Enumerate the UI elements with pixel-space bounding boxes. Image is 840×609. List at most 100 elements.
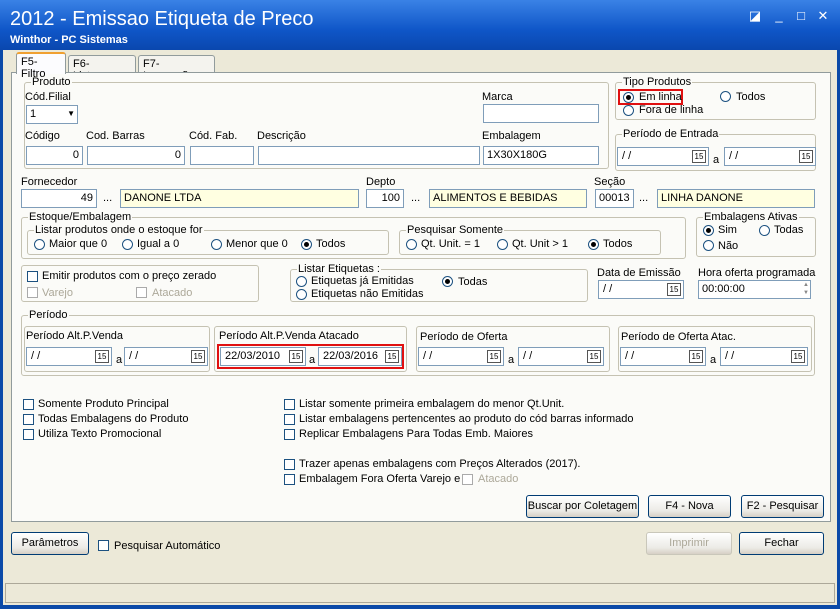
nao-label: Não [718, 240, 739, 252]
alt-atacado-start-value: 22/03/2010 [225, 350, 281, 362]
nao-radio[interactable] [703, 240, 714, 251]
depto-code-input[interactable]: 100 [366, 189, 404, 208]
data-emissao-label: Data de Emissão [597, 267, 681, 279]
embalagens-cod-barras-checkbox[interactable] [284, 414, 295, 425]
cod-fab-input[interactable] [190, 146, 254, 165]
alt-venda-start[interactable]: / / 15 [26, 347, 112, 366]
periodo-entrada-label: Período de Entrada [622, 128, 720, 140]
atacado-checkbox[interactable] [136, 287, 147, 298]
atacado-oferta-label: Atacado [478, 473, 519, 485]
cod-barras-input[interactable]: 0 [87, 146, 185, 165]
pesquisar-auto-label: Pesquisar Automático [114, 540, 221, 552]
calendar-icon[interactable]: 15 [799, 150, 813, 163]
calendar-icon[interactable]: 15 [692, 150, 706, 163]
spinner-icon[interactable]: ▲ ▼ [803, 281, 809, 297]
somente-principal-label: Somente Produto Principal [38, 398, 169, 410]
secao-lookup-button[interactable]: ... [639, 192, 648, 204]
alt-venda-a: a [116, 354, 123, 366]
maior-radio[interactable] [34, 239, 45, 250]
hora-oferta-input[interactable]: 00:00:00 ▲ ▼ [698, 280, 811, 299]
calendar-icon[interactable]: 15 [289, 350, 303, 363]
fora-oferta-checkbox[interactable] [284, 474, 295, 485]
nova-button[interactable]: F4 - Nova [648, 495, 731, 518]
estoque-group-label: Estoque/Embalagem [28, 211, 133, 223]
pesquisar-auto-checkbox[interactable] [98, 540, 109, 551]
fornecedor-code-input[interactable]: 49 [21, 189, 97, 208]
somente-principal-checkbox[interactable] [23, 399, 34, 410]
codigo-input[interactable]: 0 [26, 146, 83, 165]
alt-venda-end-value: / / [129, 350, 139, 362]
secao-code-input[interactable]: 00013 [595, 189, 634, 208]
replicar-embalagens-checkbox[interactable] [284, 429, 295, 440]
em-linha-radio[interactable] [623, 92, 634, 103]
fornecedor-lookup-button[interactable]: ... [103, 192, 112, 204]
qtm-radio[interactable] [497, 239, 508, 250]
replicar-embalagens-label: Replicar Embalagens Para Todas Emb. Maio… [299, 428, 533, 440]
calendar-icon[interactable]: 15 [487, 350, 501, 363]
texto-promocional-label: Utiliza Texto Promocional [38, 428, 162, 440]
calendar-icon[interactable]: 15 [385, 350, 399, 363]
alt-atacado-start[interactable]: 22/03/2010 15 [220, 347, 306, 366]
fora-linha-radio[interactable] [623, 105, 634, 116]
filter-panel: Produto Cód.Filial 1 ▼ Marca Código 0 Cod… [11, 72, 831, 522]
calendar-icon[interactable]: 15 [587, 350, 601, 363]
chevron-down-icon[interactable]: ▼ [67, 109, 75, 118]
precos-alterados-checkbox[interactable] [284, 459, 295, 470]
primeira-embalagem-checkbox[interactable] [284, 399, 295, 410]
varejo-checkbox[interactable] [27, 287, 38, 298]
qt1-radio[interactable] [406, 239, 417, 250]
estoque-todos-radio[interactable] [301, 239, 312, 250]
calendar-icon[interactable]: 15 [191, 350, 205, 363]
calendar-icon[interactable]: 15 [689, 350, 703, 363]
sim-label: Sim [718, 224, 737, 236]
parametros-button[interactable]: Parâmetros [11, 532, 89, 555]
preco-zerado-checkbox[interactable] [27, 271, 38, 282]
minimize-icon[interactable]: _ [770, 8, 788, 24]
cod-filial-select[interactable]: 1 ▼ [26, 105, 78, 124]
oferta-end[interactable]: / / 15 [518, 347, 604, 366]
todas-ativas-radio[interactable] [759, 225, 770, 236]
igual-radio[interactable] [122, 239, 133, 250]
embalagem-input[interactable]: 1X30X180G [483, 146, 599, 165]
qt1-label: Qt. Unit. = 1 [421, 238, 480, 250]
data-emissao-input[interactable]: / / 15 [598, 280, 684, 299]
calendar-icon[interactable]: 15 [95, 350, 109, 363]
alt-venda-end[interactable]: / / 15 [124, 347, 208, 366]
tab-filtro[interactable]: F5-Filtro [16, 52, 66, 80]
status-bar [5, 583, 835, 603]
descricao-input[interactable] [258, 146, 480, 165]
sim-radio[interactable] [703, 225, 714, 236]
ja-emitidas-radio[interactable] [296, 276, 307, 287]
fechar-button[interactable]: Fechar [739, 532, 824, 555]
pesquisar-button[interactable]: F2 - Pesquisar [741, 495, 824, 518]
oferta-atac-start[interactable]: / / 15 [620, 347, 706, 366]
todas-embalagens-checkbox[interactable] [23, 414, 34, 425]
menor-radio[interactable] [211, 239, 222, 250]
texto-promocional-checkbox[interactable] [23, 429, 34, 440]
alt-atacado-end[interactable]: 22/03/2016 15 [318, 347, 402, 366]
oferta-start[interactable]: / / 15 [418, 347, 504, 366]
depto-lookup-button[interactable]: ... [411, 192, 420, 204]
calendar-icon[interactable]: 15 [667, 283, 681, 296]
entrada-end-date[interactable]: / / 15 [724, 147, 816, 166]
embalagens-ativas-group: Embalagens Ativas [696, 211, 816, 257]
imprimir-button[interactable]: Imprimir [646, 532, 732, 555]
todas-etiquetas-radio[interactable] [442, 276, 453, 287]
todos-radio[interactable] [720, 91, 731, 102]
calendar-icon[interactable]: 15 [791, 350, 805, 363]
pesquisar-todos-radio[interactable] [588, 239, 599, 250]
buscar-coletagem-button[interactable]: Buscar por Coletagem [526, 495, 639, 518]
oferta-atac-end[interactable]: / / 15 [720, 347, 808, 366]
fornecedor-name: DANONE LTDA [120, 189, 359, 208]
restore-icon[interactable]: ◪ [746, 8, 764, 24]
maximize-icon[interactable]: □ [792, 8, 810, 24]
close-icon[interactable]: ✕ [814, 8, 832, 24]
entrada-start-date[interactable]: / / 15 [617, 147, 709, 166]
tab-listagem[interactable]: F6-Listagem [68, 55, 136, 82]
atacado-oferta-checkbox[interactable] [462, 474, 473, 485]
todas-embalagens-label: Todas Embalagens do Produto [38, 413, 189, 425]
marca-input[interactable] [483, 104, 599, 123]
tab-impressao[interactable]: F7-Impressão [138, 55, 215, 82]
oferta-start-value: / / [423, 350, 433, 362]
nao-emitidas-radio[interactable] [296, 289, 307, 300]
